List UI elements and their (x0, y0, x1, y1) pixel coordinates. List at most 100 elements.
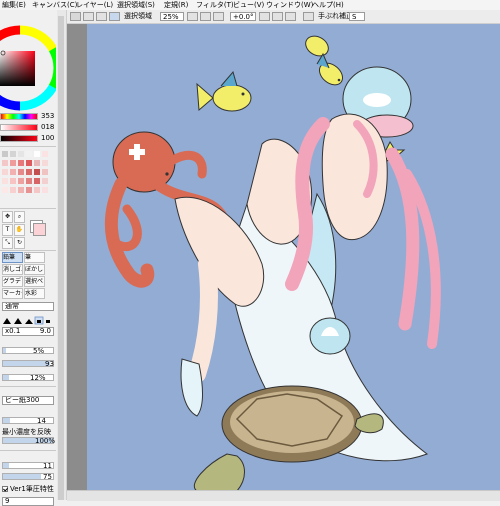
brush-marker[interactable]: マーカー (2, 288, 23, 299)
blend-mode-dropdown[interactable]: 通常 (2, 302, 54, 311)
text-tool-icon[interactable]: T (2, 224, 13, 236)
blur-slider[interactable] (2, 374, 54, 381)
color-swatch[interactable] (2, 169, 8, 175)
zoom-dropdown[interactable]: 25% (160, 12, 184, 21)
color-swatch[interactable] (10, 160, 16, 166)
last-setting-dropdown[interactable]: 9 (2, 497, 54, 506)
menu-selection[interactable]: 選択領域(S) (117, 0, 155, 10)
status-bar (67, 490, 500, 501)
saturation-slider[interactable] (0, 124, 38, 131)
color-swatch[interactable] (34, 169, 40, 175)
rotate-tool-icon[interactable]: ↻ (14, 237, 25, 249)
divider (0, 250, 56, 251)
current-color-swatch[interactable] (33, 223, 46, 236)
color-swatch[interactable] (42, 178, 48, 184)
left-panel-scrollbar[interactable] (57, 10, 67, 500)
texture-strength-slider[interactable] (2, 417, 54, 424)
color-swatch[interactable] (2, 178, 8, 184)
stabilizer-dropdown[interactable]: S (349, 12, 365, 21)
flip-horizontal-button[interactable] (303, 12, 314, 21)
color-swatch[interactable] (10, 151, 16, 157)
color-swatch[interactable] (34, 151, 40, 157)
swatch-grid (2, 151, 54, 206)
canvas[interactable] (87, 24, 500, 491)
min-size-slider[interactable] (2, 347, 54, 354)
brush-watercolor[interactable]: 水彩 (24, 288, 45, 299)
min-density-value: 100% (35, 437, 56, 445)
texture-dropdown[interactable]: ビー紙300 (2, 396, 54, 405)
menu-layer[interactable]: レイヤー(L) (76, 0, 113, 10)
deselect-button[interactable] (96, 12, 107, 21)
selection-button[interactable] (83, 12, 94, 21)
menu-canvas[interactable]: キャンバス(C) (32, 0, 77, 10)
ver1-pressure-checkbox[interactable] (2, 486, 8, 492)
divider (0, 146, 56, 147)
hue-value: 353 (41, 112, 55, 120)
canvas-area (67, 24, 500, 500)
color-swatch[interactable] (2, 151, 8, 157)
brush-blur[interactable]: ぼかし (24, 264, 45, 275)
color-swatch[interactable] (18, 178, 24, 184)
color-swatch[interactable] (42, 151, 48, 157)
color-swatch[interactable] (42, 187, 48, 193)
brush-fude[interactable]: 筆 (24, 252, 45, 263)
color-swatch[interactable] (34, 160, 40, 166)
color-swatch[interactable] (34, 187, 40, 193)
color-swatch[interactable] (2, 187, 8, 193)
brush-gradation[interactable]: グラデ (2, 276, 23, 287)
brush-size-multiplier[interactable]: x0.1 9.0 (2, 327, 54, 336)
color-swatch[interactable] (18, 187, 24, 193)
value-value: 100 (41, 134, 55, 142)
color-swatch[interactable] (18, 151, 24, 157)
value-slider[interactable] (0, 135, 38, 142)
menu-view[interactable]: ビュー(V) (233, 0, 264, 10)
eyedropper-tool-icon[interactable]: ⤡ (2, 237, 13, 249)
move-tool-icon[interactable]: ✥ (2, 211, 13, 223)
brush-shape-selector[interactable] (2, 315, 54, 325)
view-toggle-button[interactable] (70, 12, 81, 21)
menu-ruler[interactable]: 定規(R) (164, 0, 188, 10)
rotation-dropdown[interactable]: +0.0° (230, 12, 256, 21)
selection-show-toggle[interactable] (109, 12, 120, 21)
zoom-in-button[interactable] (200, 12, 211, 21)
blur-value: 12% (30, 374, 46, 382)
color-swatch[interactable] (42, 160, 48, 166)
selection-label: 選択領域 (124, 12, 152, 20)
color-swatch[interactable] (10, 178, 16, 184)
color-swatch[interactable] (26, 151, 32, 157)
menu-help[interactable]: ヘルプ(H) (312, 0, 344, 10)
brush-selection-pen[interactable]: 選択ペン (24, 276, 45, 287)
zoom-out-button[interactable] (187, 12, 198, 21)
menu-filter[interactable]: フィルタ(T) (196, 0, 234, 10)
rotate-reset-button[interactable] (285, 12, 296, 21)
color-swatch[interactable] (26, 160, 32, 166)
zoom-reset-button[interactable] (213, 12, 224, 21)
brush-pencil[interactable]: 鉛筆 (2, 252, 23, 263)
small-jellyfish-icon (309, 317, 351, 355)
color-swatch[interactable] (2, 160, 8, 166)
rotate-right-button[interactable] (272, 12, 283, 21)
saturation-value: 018 (41, 123, 55, 131)
color-swatch[interactable] (42, 169, 48, 175)
scrollbar-thumb[interactable] (58, 16, 64, 500)
zoom-tool-icon[interactable]: ⌕ (14, 211, 25, 223)
menu-window[interactable]: ウィンドウ(W) (266, 0, 313, 10)
min-density-label: 最小濃度を反映 (2, 428, 51, 436)
brush-size-multiplier-text: x0.1 (5, 327, 21, 335)
color-swatch[interactable] (18, 160, 24, 166)
color-swatch[interactable] (10, 169, 16, 175)
color-swatch[interactable] (26, 169, 32, 175)
color-swatch[interactable] (26, 187, 32, 193)
hand-tool-icon[interactable]: ✋ (14, 224, 25, 236)
color-wheel[interactable] (0, 24, 56, 116)
color-swatch[interactable] (10, 187, 16, 193)
hue-slider[interactable] (0, 113, 38, 120)
rotate-left-button[interactable] (259, 12, 270, 21)
ver1-pressure-label: Ver1筆圧特性 (10, 485, 54, 493)
menu-edit[interactable]: 編集(E) (2, 0, 26, 10)
brush-eraser[interactable]: 消しゴム (2, 264, 23, 275)
density-value: 93 (45, 360, 54, 368)
color-swatch[interactable] (26, 178, 32, 184)
color-swatch[interactable] (18, 169, 24, 175)
color-swatch[interactable] (34, 178, 40, 184)
